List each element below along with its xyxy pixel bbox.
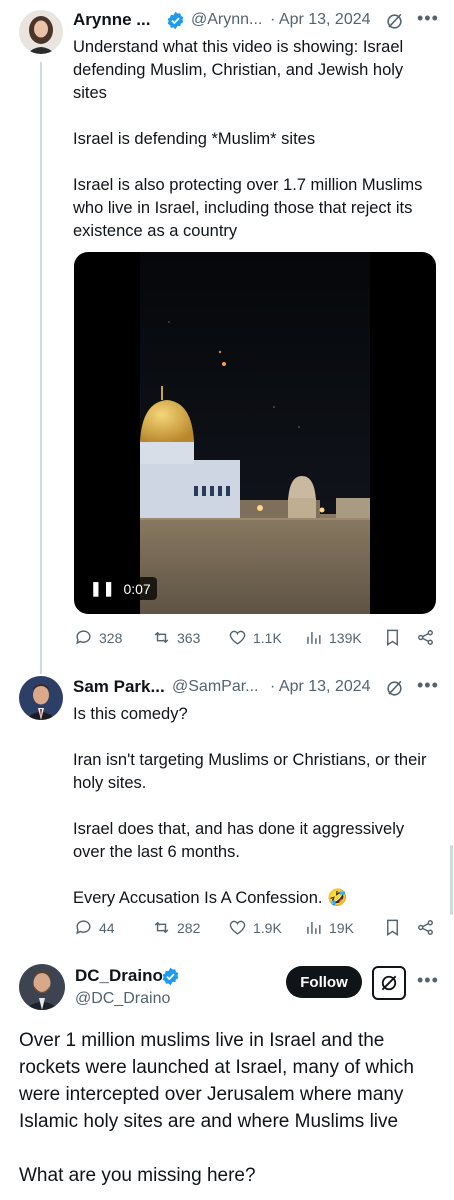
share-button[interactable] [416,628,435,647]
grok-icon [381,975,397,991]
like-count: 1.9K [253,919,282,936]
video-time: 0:07 [123,580,151,597]
avatar[interactable] [19,10,63,54]
views-icon [307,921,321,934]
author-handle[interactable]: @DC_Draino [75,990,170,1008]
like-count: 1.1K [253,629,282,646]
reply-icon [76,920,91,935]
more-options-icon[interactable]: ••• [417,675,439,696]
tweet-paragraph: Israel is defending *Muslim* sites [73,130,316,148]
reply-button[interactable]: 328 [74,628,122,647]
views-button[interactable]: 139K [304,628,362,647]
avatar[interactable] [19,964,65,1010]
like-button[interactable]: 1.1K [228,628,282,647]
view-count: 139K [329,629,362,646]
tweet-paragraph: Israel does that, and has done it aggres… [73,820,405,861]
tweet-paragraph: Israel is also protecting over 1.7 milli… [73,176,423,240]
more-options-icon[interactable]: ••• [417,8,439,29]
reply-icon [76,630,91,645]
more-options-icon[interactable]: ••• [417,970,439,991]
repost-button[interactable]: 282 [152,918,200,937]
heart-icon [229,920,246,935]
repost-icon [154,631,169,644]
tweet-paragraph: Understand what this video is showing: I… [73,38,404,102]
author-handle[interactable]: @SamPar... [172,678,259,696]
author-name[interactable]: DC_Draino [75,966,163,986]
repost-count: 282 [177,919,201,936]
reply-button[interactable]: 44 [74,918,115,937]
tweet-text: Understand what this video is showing: I… [73,36,433,266]
reply-count: 44 [99,919,115,936]
grok-button[interactable] [372,966,406,1000]
tweet-paragraph: What are you missing here? [19,1165,256,1186]
bookmark-icon [387,629,398,646]
tweet-paragraph: Is this comedy? [73,705,188,723]
tweet-paragraph: Iran isn't targeting Muslims or Christia… [73,751,427,792]
author-name[interactable]: Arynne ... [73,10,150,30]
heart-icon [229,630,246,645]
view-count: 19K [329,919,354,936]
follow-button[interactable]: Follow [286,966,362,998]
share-button[interactable] [416,918,435,937]
repost-icon [154,921,169,934]
views-button[interactable]: 19K [304,918,354,937]
tweet-text: Is this comedy? Iran isn't targeting Mus… [73,703,433,933]
repost-count: 363 [177,629,201,646]
video-frame [140,252,370,614]
grok-icon[interactable] [385,679,404,703]
pause-icon[interactable]: ❚❚ [90,580,115,597]
share-icon [418,920,433,935]
tweet-paragraph: Every Accusation Is A Confession. 🤣 [73,889,348,907]
bookmark-button[interactable] [383,628,402,647]
tweet-paragraph: Over 1 million muslims live in Israel an… [19,1030,414,1132]
tweet-date[interactable]: · Apr 13, 2024 [270,678,371,696]
share-icon [418,630,433,645]
views-icon [307,631,321,644]
thread-line [40,62,42,674]
avatar[interactable] [19,676,63,720]
verified-badge-icon [166,11,185,35]
repost-button[interactable]: 363 [152,628,200,647]
tweet-text: Over 1 million muslims live in Israel an… [19,1027,439,1189]
verified-badge-icon [161,967,180,991]
video-timestamp[interactable]: ❚❚ 0:07 [84,577,157,600]
grok-icon[interactable] [385,12,404,36]
bookmark-icon [387,919,398,936]
author-name[interactable]: Sam Park... [73,677,165,697]
author-handle[interactable]: @Arynn... [191,11,262,29]
reply-count: 328 [99,629,123,646]
like-button[interactable]: 1.9K [228,918,282,937]
tweet-date[interactable]: · Apr 13, 2024 [270,11,371,29]
video-player[interactable]: ❚❚ 0:07 [74,252,436,614]
scrollbar[interactable] [450,845,453,915]
bookmark-button[interactable] [383,918,402,937]
